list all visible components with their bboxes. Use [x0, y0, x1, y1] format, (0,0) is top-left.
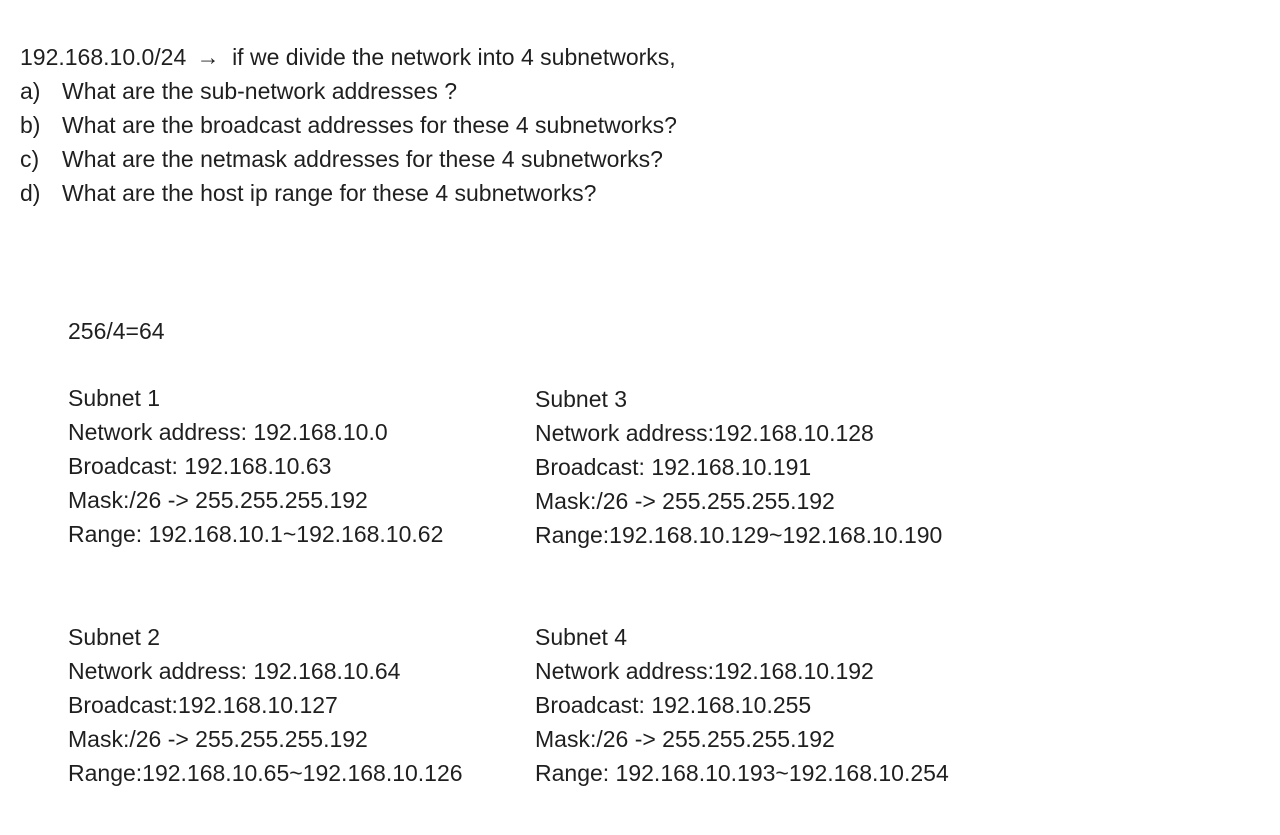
question-item-a: a) What are the sub-network addresses ? — [20, 74, 677, 108]
question-block: 192.168.10.0/24 → if we divide the netwo… — [20, 40, 677, 210]
netmask: Mask:/26 -> 255.255.255.192 — [68, 487, 368, 513]
question-item-b: b) What are the broadcast addresses for … — [20, 108, 677, 142]
subnet-3-block: Subnet 3 Network address:192.168.10.128 … — [535, 382, 942, 552]
network-address: Network address:192.168.10.128 — [535, 420, 874, 446]
question-text: What are the host ip range for these 4 s… — [62, 180, 597, 206]
subnet-title: Subnet 2 — [68, 624, 161, 650]
question-letter: d) — [20, 180, 41, 206]
subnet-4-block: Subnet 4 Network address:192.168.10.192 … — [535, 620, 949, 790]
question-prompt: if we divide the network into 4 subnetwo… — [232, 44, 676, 70]
network-address: Network address: 192.168.10.0 — [68, 419, 388, 445]
right-arrow-icon: → — [196, 44, 220, 70]
subnet-size-calculation: 256/4=64 — [68, 318, 165, 344]
subnet-2-block: Subnet 2 Network address: 192.168.10.64 … — [68, 620, 463, 790]
question-letter: a) — [20, 78, 41, 104]
broadcast-address: Broadcast:192.168.10.127 — [68, 692, 338, 718]
question-item-c: c) What are the netmask addresses for th… — [20, 142, 677, 176]
question-text: What are the sub-network addresses ? — [62, 78, 458, 104]
question-letter: c) — [20, 146, 40, 172]
host-range: Range: 192.168.10.1~192.168.10.62 — [68, 521, 444, 547]
question-text: What are the netmask addresses for these… — [62, 146, 663, 172]
host-range: Range:192.168.10.65~192.168.10.126 — [68, 760, 463, 786]
subnet-1-block: Subnet 1 Network address: 192.168.10.0 B… — [68, 381, 443, 551]
question-letter: b) — [20, 112, 41, 138]
subnet-title: Subnet 1 — [68, 385, 161, 411]
netmask: Mask:/26 -> 255.255.255.192 — [535, 488, 835, 514]
network-cidr: 192.168.10.0/24 — [20, 44, 187, 70]
broadcast-address: Broadcast: 192.168.10.255 — [535, 692, 812, 718]
network-address: Network address:192.168.10.192 — [535, 658, 874, 684]
question-item-d: d) What are the host ip range for these … — [20, 176, 677, 210]
broadcast-address: Broadcast: 192.168.10.191 — [535, 454, 812, 480]
subnet-title: Subnet 3 — [535, 386, 628, 412]
question-title: 192.168.10.0/24 → if we divide the netwo… — [20, 40, 677, 74]
host-range: Range: 192.168.10.193~192.168.10.254 — [535, 760, 949, 786]
subnet-title: Subnet 4 — [535, 624, 628, 650]
host-range: Range:192.168.10.129~192.168.10.190 — [535, 522, 943, 548]
question-text: What are the broadcast addresses for the… — [62, 112, 677, 138]
netmask: Mask:/26 -> 255.255.255.192 — [68, 726, 368, 752]
network-address: Network address: 192.168.10.64 — [68, 658, 401, 684]
broadcast-address: Broadcast: 192.168.10.63 — [68, 453, 332, 479]
netmask: Mask:/26 -> 255.255.255.192 — [535, 726, 835, 752]
